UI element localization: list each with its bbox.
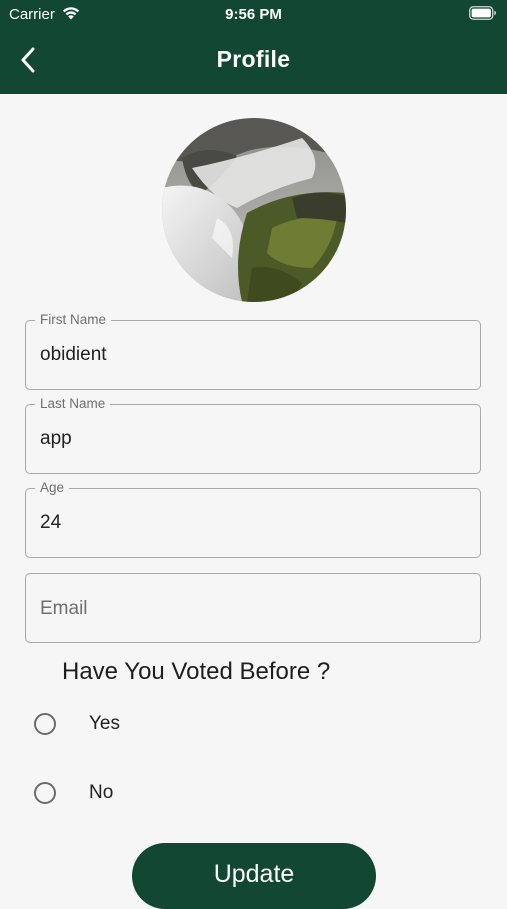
first-name-label: First Name (35, 312, 112, 328)
vote-option-yes-label: Yes (89, 713, 120, 734)
last-name-value: app (40, 428, 72, 449)
nav-bar: Profile (0, 28, 507, 94)
vote-option-no[interactable]: No (32, 777, 232, 809)
radio-button-yes[interactable] (34, 713, 56, 735)
first-name-field[interactable]: First Name obidient (25, 312, 481, 390)
app-header: Carrier 9:56 PM Profile (0, 0, 507, 94)
vote-question: Have You Voted Before ? (62, 658, 331, 685)
battery-icon (469, 6, 497, 25)
last-name-field[interactable]: Last Name app (25, 396, 481, 474)
profile-avatar[interactable] (162, 118, 346, 302)
vote-option-yes[interactable]: Yes (32, 708, 232, 740)
email-placeholder: Email (40, 598, 88, 619)
age-field[interactable]: Age 24 (25, 480, 481, 558)
age-label: Age (35, 480, 70, 496)
first-name-value: obidient (40, 344, 107, 365)
status-time: 9:56 PM (225, 6, 282, 23)
last-name-label: Last Name (35, 396, 111, 412)
radio-button-no[interactable] (34, 782, 56, 804)
email-field[interactable]: Email (25, 573, 481, 643)
page-title: Profile (216, 46, 291, 72)
age-value: 24 (40, 512, 62, 533)
status-bar: Carrier 9:56 PM (0, 0, 507, 28)
update-button[interactable]: Update (132, 843, 376, 909)
vote-option-no-label: No (89, 782, 114, 803)
